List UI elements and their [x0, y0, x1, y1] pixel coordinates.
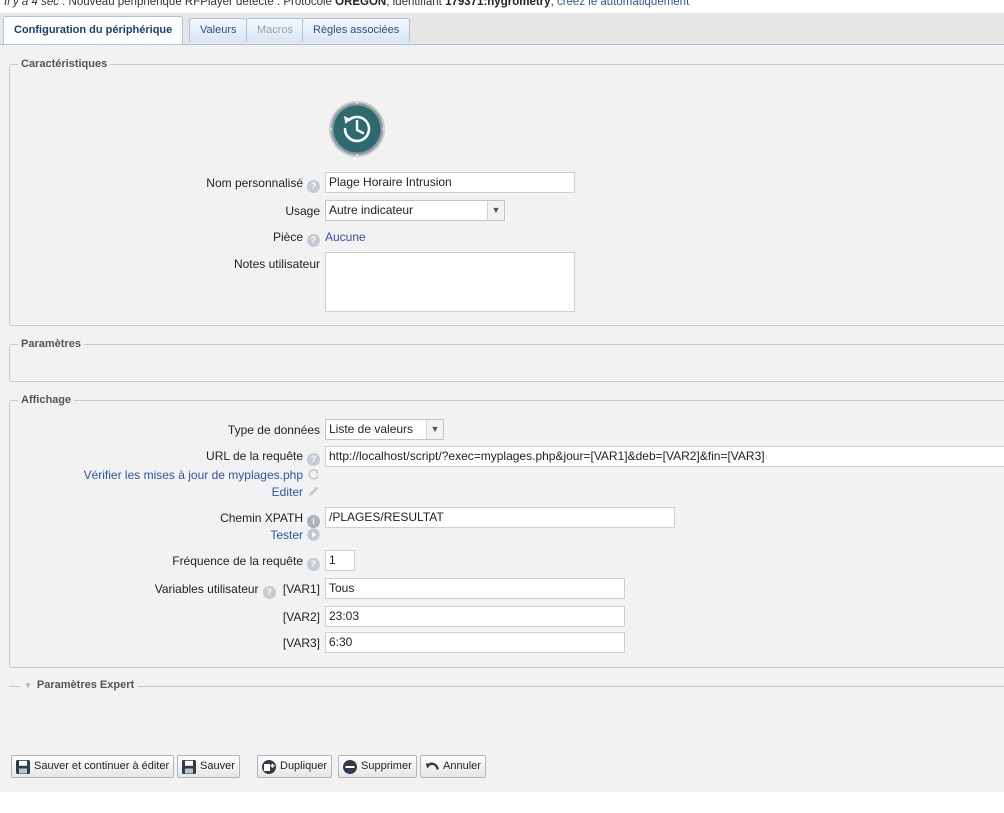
info-icon[interactable]: i — [307, 515, 320, 528]
notice-identifier: 179371:hygrometry — [445, 0, 551, 8]
notice-text: : Nouveau périphérique RFPlayer détecté … — [58, 0, 336, 8]
custom-name-input[interactable]: Plage Horaire Intrusion — [325, 172, 575, 193]
room-label-text: Pièce — [272, 230, 303, 244]
characteristics-legend: Caractéristiques — [21, 58, 108, 70]
clock-history-icon — [328, 100, 386, 158]
help-icon[interactable]: ? — [307, 558, 320, 571]
parameters-legend: Paramètres — [21, 338, 81, 350]
usage-selected-value: Autre indicateur — [329, 203, 414, 217]
user-variables-label-text: Variables utilisateur — [154, 582, 259, 596]
expert-legend: Paramètres Expert — [36, 679, 135, 691]
parameters-fieldset: Paramètres — [9, 338, 1004, 382]
save-continue-label: Sauver et continuer à éditer — [34, 760, 170, 772]
floppy-disk-icon — [182, 760, 196, 774]
var3-name: [VAR3] — [282, 636, 320, 650]
var1-name: [VAR1] — [282, 582, 320, 596]
user-variables-label: Variables utilisateur? [VAR1] — [60, 582, 320, 599]
tab-values[interactable]: Valeurs — [189, 18, 248, 42]
refresh-icon — [308, 469, 319, 480]
help-icon[interactable]: ? — [262, 586, 276, 599]
device-icon[interactable] — [328, 100, 386, 158]
notice-text-2: , identifiant — [386, 0, 446, 8]
xpath-input[interactable]: /PLAGES/RESULTAT — [325, 507, 675, 528]
usage-label: Usage — [285, 204, 320, 218]
request-url-label: URL de la requête? — [60, 449, 320, 466]
var3-input[interactable]: 6:30 — [325, 632, 625, 653]
help-icon[interactable]: ? — [307, 180, 320, 193]
help-icon[interactable]: ? — [307, 453, 320, 466]
chevron-down-icon: ▼ — [426, 420, 443, 439]
pencil-icon — [309, 486, 319, 496]
edit-link-text: Editer — [271, 485, 303, 499]
request-frequency-label-text: Fréquence de la requête — [172, 554, 303, 568]
expert-divider — [9, 686, 1004, 687]
duplicate-label: Dupliquer — [280, 760, 328, 772]
edit-link[interactable]: Editer — [20, 485, 320, 499]
chevron-down-icon: ▼ — [487, 201, 504, 220]
request-frequency-label: Fréquence de la requête? — [60, 554, 320, 571]
xpath-label: Chemin XPATH i — [60, 511, 320, 528]
custom-name-label-text: Nom personnalisé — [206, 176, 303, 190]
duplicate-button[interactable]: Dupliquer — [257, 755, 333, 778]
display-legend: Affichage — [21, 394, 72, 406]
tab-bar: Configuration du périphérique Valeurs Ma… — [0, 13, 1004, 45]
tab-macros: Macros — [246, 18, 305, 42]
var2-name: [VAR2] — [282, 610, 320, 624]
var2-input[interactable]: 23:03 — [325, 606, 625, 627]
tab-configuration[interactable]: Configuration du périphérique — [3, 16, 184, 44]
expert-toggle[interactable]: ▼ Paramètres Expert — [20, 679, 139, 691]
save-label: Sauver — [200, 760, 235, 772]
undo-icon — [425, 762, 439, 770]
notes-label: Notes utilisateur — [233, 257, 320, 271]
test-xpath-text: Tester — [270, 528, 303, 542]
save-button[interactable]: Sauver — [177, 755, 240, 778]
notification-bar: Il y a 4 sec : Nouveau périphérique RFPl… — [4, 0, 689, 10]
help-icon[interactable]: ? — [307, 234, 320, 247]
delete-label: Supprimer — [361, 760, 412, 772]
custom-name-label: Nom personnalisé? — [60, 176, 320, 193]
cancel-label: Annuler — [443, 760, 481, 772]
xpath-label-text: Chemin XPATH — [220, 511, 303, 525]
auto-create-link[interactable]: créez le automatiquement — [557, 0, 689, 8]
check-updates-link[interactable]: Vérifier les mises à jour de myplages.ph… — [20, 468, 320, 482]
request-url-input[interactable]: http://localhost/script/?exec=myplages.p… — [325, 446, 1004, 467]
minus-circle-icon — [343, 760, 357, 774]
tab-associated-rules[interactable]: Règles associées — [302, 18, 411, 42]
delete-button[interactable]: Supprimer — [338, 755, 417, 778]
cancel-button[interactable]: Annuler — [420, 755, 486, 778]
data-type-selected-value: Liste de valeurs — [329, 422, 414, 436]
request-url-label-text: URL de la requête — [206, 449, 303, 463]
notes-textarea[interactable] — [325, 252, 575, 312]
check-updates-text: Vérifier les mises à jour de myplages.ph… — [83, 468, 303, 482]
var1-input[interactable]: Tous — [325, 578, 625, 599]
room-link[interactable]: Aucune — [325, 230, 366, 244]
play-icon — [307, 528, 320, 541]
triangle-down-icon: ▼ — [24, 681, 32, 690]
copy-plus-icon — [262, 760, 276, 774]
request-frequency-input[interactable]: 1 — [325, 550, 355, 571]
data-type-label: Type de données — [227, 423, 320, 437]
notice-time: Il y a 4 sec — [4, 0, 59, 8]
floppy-disk-icon — [16, 760, 30, 774]
data-type-select[interactable]: Liste de valeurs ▼ — [325, 419, 444, 440]
room-label: Pièce? — [60, 230, 320, 247]
usage-select[interactable]: Autre indicateur ▼ — [325, 200, 505, 221]
test-xpath-link[interactable]: Tester — [20, 528, 320, 542]
save-continue-button[interactable]: Sauver et continuer à éditer — [11, 755, 175, 778]
notice-protocol: OREGON — [335, 0, 387, 8]
